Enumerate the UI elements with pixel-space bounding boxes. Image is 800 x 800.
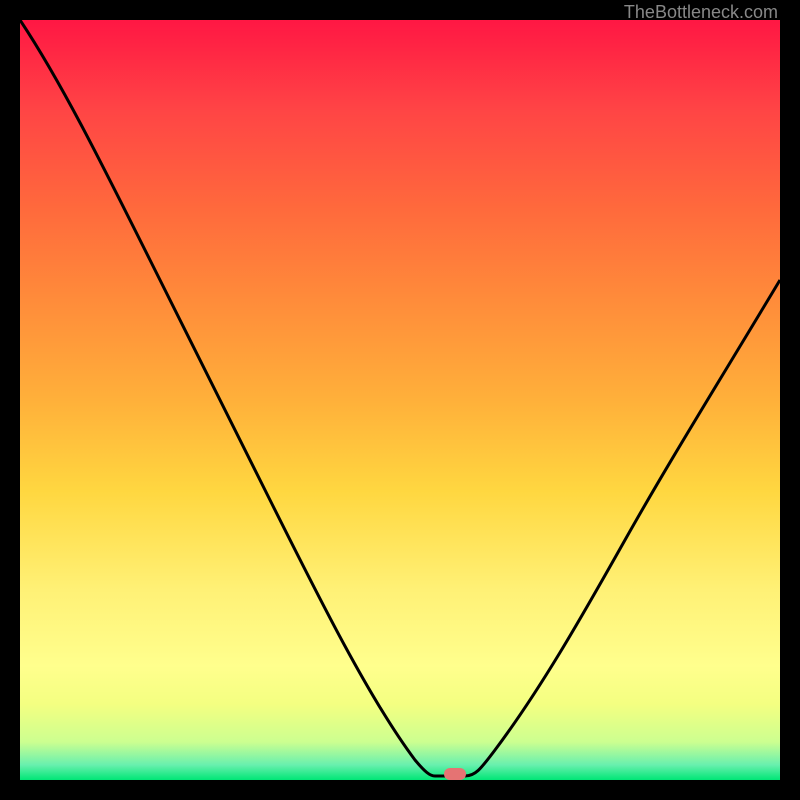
watermark-text: TheBottleneck.com — [624, 2, 778, 23]
optimal-point-marker — [444, 768, 466, 780]
bottleneck-curve-path — [20, 20, 780, 776]
chart-container: TheBottleneck.com — [0, 0, 800, 800]
plot-area — [20, 20, 780, 780]
curve-svg — [20, 20, 780, 780]
